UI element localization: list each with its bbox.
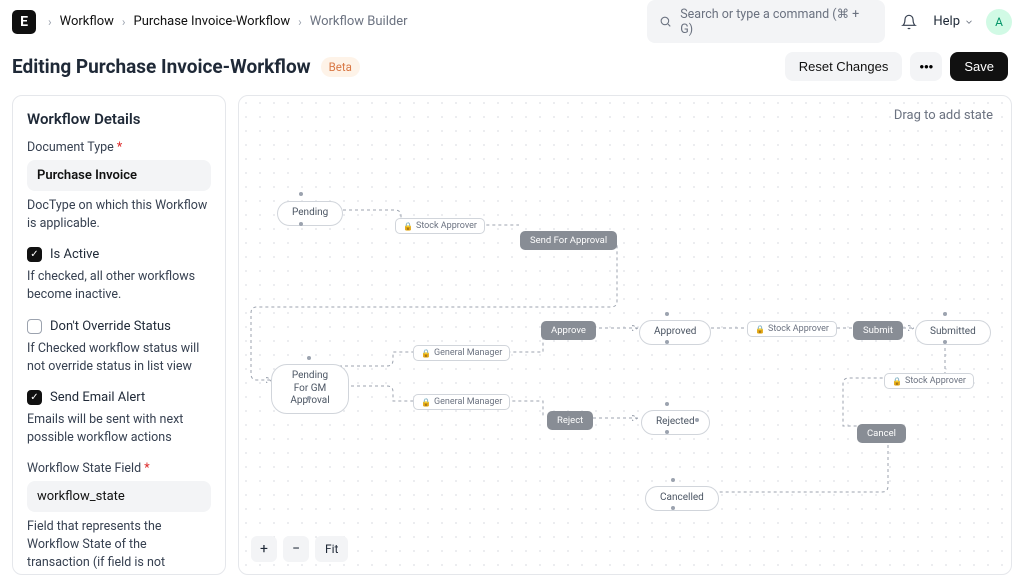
role-general-manager[interactable]: 🔒General Manager [413,345,510,361]
action-submit[interactable]: Submit [853,321,903,340]
state-field-input[interactable]: workflow_state [27,481,211,512]
is-active-help: If checked, all other workflows become i… [27,268,211,304]
state-pending-gm[interactable]: Pending For GM Approval [271,364,349,414]
crumb-builder: Workflow Builder [310,14,408,29]
send-email-checkbox[interactable]: ✓ [27,390,42,405]
panel-heading: Workflow Details [27,110,211,128]
state-submitted[interactable]: Submitted [915,320,991,345]
send-email-help: Emails will be sent with next possible w… [27,411,211,447]
role-general-manager-2[interactable]: 🔒General Manager [413,394,510,410]
more-menu-button[interactable]: ••• [910,52,942,81]
search-input[interactable]: Search or type a command (⌘ + G) [647,0,885,43]
avatar[interactable]: A [986,9,1012,35]
lock-icon: 🔒 [403,222,413,231]
state-pending[interactable]: Pending [277,201,343,226]
chevron-right-icon: › [298,15,302,29]
lock-icon: 🔒 [421,349,431,358]
bell-icon [901,14,917,30]
zoom-fit-button[interactable]: Fit [315,536,348,562]
state-rejected[interactable]: Rejected [641,410,710,435]
search-placeholder: Search or type a command (⌘ + G) [680,6,873,37]
workflow-details-panel: Workflow Details Document Type * Purchas… [12,95,226,575]
zoom-in-button[interactable]: + [251,536,277,562]
is-active-checkbox[interactable]: ✓ [27,247,42,262]
send-email-label: Send Email Alert [50,390,145,405]
chevron-right-icon: › [48,15,52,29]
search-icon [659,15,672,28]
lock-icon: 🔒 [421,398,431,407]
role-stock-approver[interactable]: 🔒Stock Approver [395,218,485,234]
notifications-button[interactable] [895,8,923,36]
beta-badge: Beta [321,57,360,77]
doctype-help: DocType on which this Workflow is applic… [27,197,211,233]
doctype-field[interactable]: Purchase Invoice [27,160,211,191]
dont-override-checkbox[interactable] [27,319,42,334]
save-button[interactable]: Save [950,52,1008,81]
lock-icon: 🔒 [892,377,902,386]
workflow-canvas[interactable]: Drag to add state Pending [238,95,1012,575]
crumb-workflow[interactable]: Workflow [60,14,114,29]
role-stock-approver-2[interactable]: 🔒Stock Approver [747,321,837,337]
chevron-right-icon: › [122,15,126,29]
app-logo[interactable]: E [12,10,36,34]
state-field-help: Field that represents the Workflow State… [27,518,211,575]
action-send-for-approval[interactable]: Send For Approval [520,231,617,250]
role-stock-approver-3[interactable]: 🔒Stock Approver [884,373,974,389]
doctype-label: Document Type * [27,140,211,155]
is-active-label: Is Active [50,247,99,262]
dont-override-help: If Checked workflow status will not over… [27,340,211,376]
crumb-doc[interactable]: Purchase Invoice-Workflow [134,14,291,29]
zoom-out-button[interactable]: − [283,536,309,562]
page-title: Editing Purchase Invoice-Workflow [12,55,311,78]
action-approve[interactable]: Approve [541,321,596,340]
drag-hint: Drag to add state [894,108,993,123]
dont-override-label: Don't Override Status [50,319,171,334]
state-approved[interactable]: Approved [639,320,711,345]
help-label: Help [933,14,960,29]
action-reject[interactable]: Reject [547,411,593,430]
reset-button[interactable]: Reset Changes [785,52,903,81]
state-field-label: Workflow State Field * [27,461,211,476]
chevron-down-icon [964,17,974,27]
breadcrumb: › Workflow › Purchase Invoice-Workflow ›… [44,14,408,29]
lock-icon: 🔒 [755,325,765,334]
action-cancel[interactable]: Cancel [857,424,906,443]
help-menu[interactable]: Help [933,14,974,29]
state-cancelled[interactable]: Cancelled [645,486,719,511]
